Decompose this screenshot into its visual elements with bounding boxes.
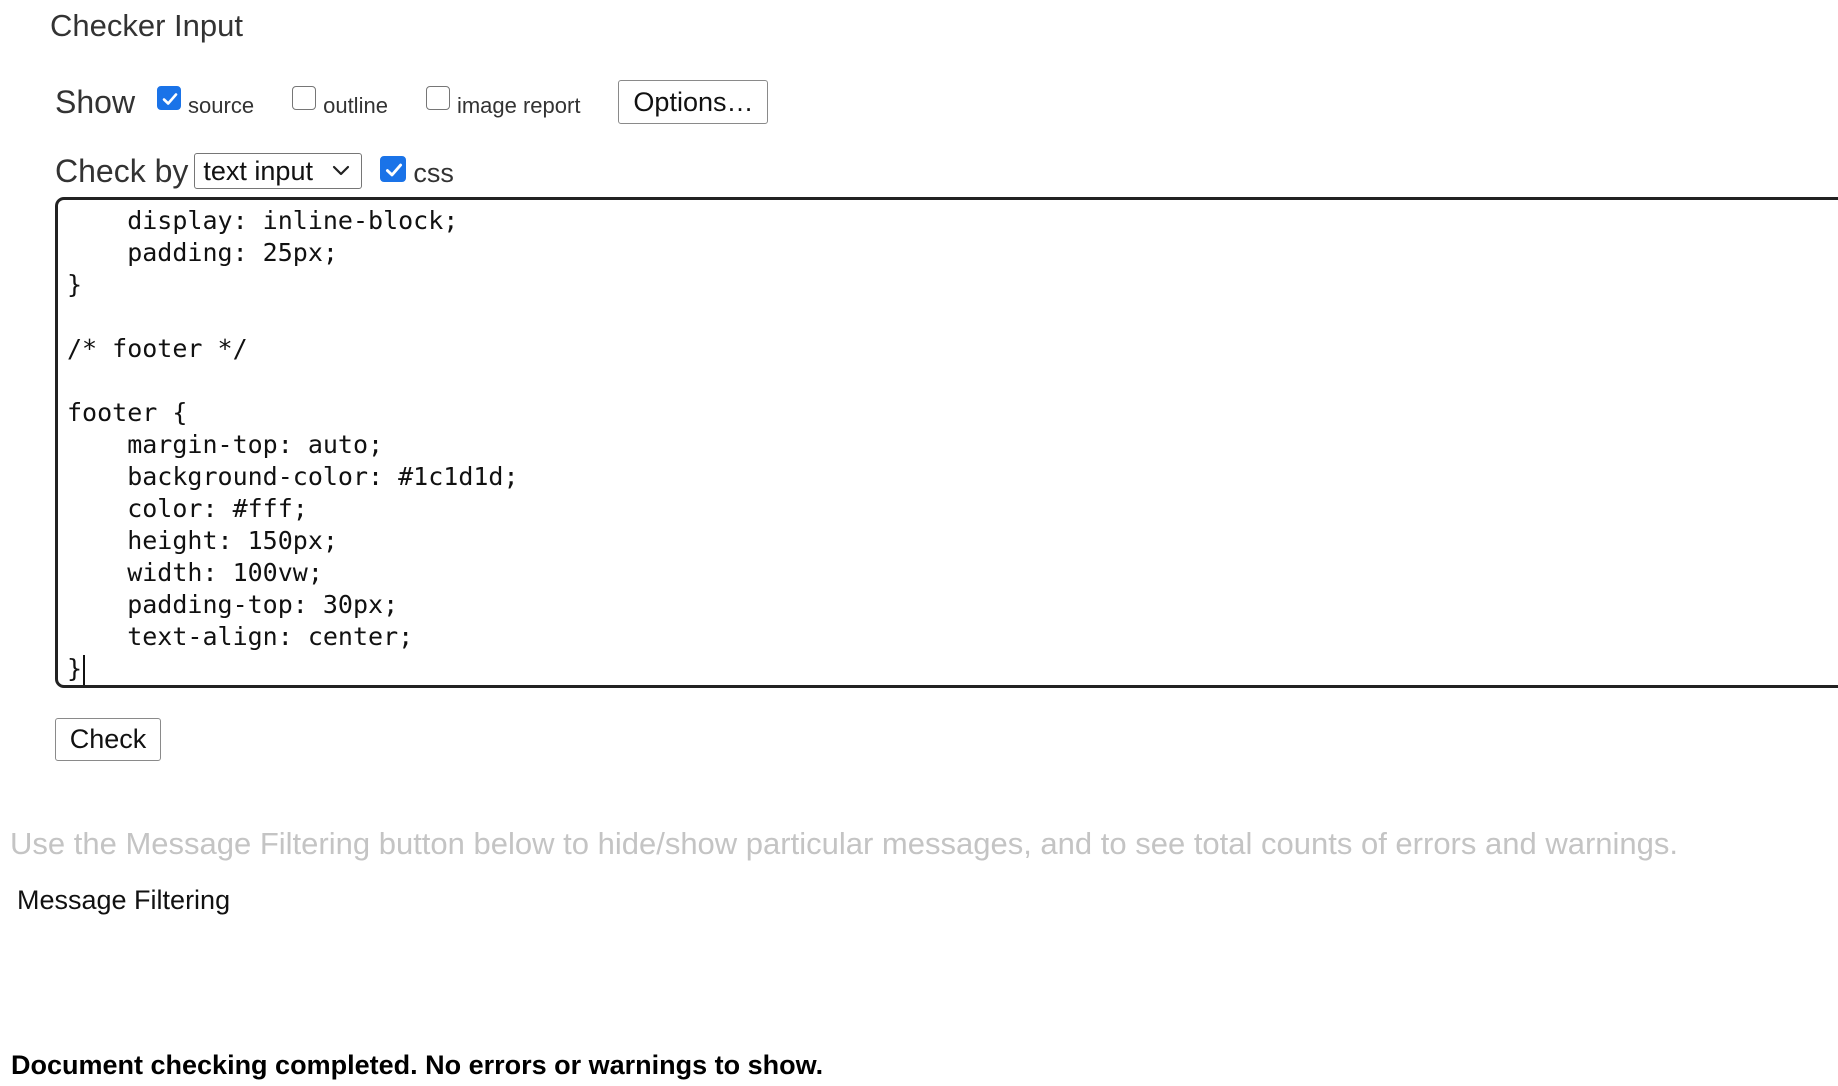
checking-status-message: Document checking completed. No errors o…	[11, 1050, 824, 1080]
source-checkbox-label: source	[188, 93, 255, 118]
code-line: /* footer */	[67, 334, 248, 363]
checkmark-icon	[386, 163, 403, 177]
code-line: footer {	[67, 398, 188, 427]
code-line: width: 100vw;	[67, 558, 323, 587]
code-line: background-color: #1c1d1d;	[67, 462, 519, 491]
checkmark-icon	[162, 93, 178, 105]
code-line: }	[67, 270, 83, 299]
text-caret	[83, 655, 85, 685]
code-line: }	[67, 654, 83, 683]
image-report-checkbox[interactable]	[425, 86, 450, 110]
code-line: display: inline-block;	[67, 206, 459, 235]
source-textarea[interactable]: display: inline-block; padding: 25px; } …	[55, 197, 1838, 688]
show-options-row: Show source outline image report Options…	[55, 76, 769, 128]
message-filtering-hint: Use the Message Filtering button below t…	[10, 826, 1679, 861]
show-outline-option[interactable]: outline	[292, 86, 388, 118]
code-line: margin-top: auto;	[67, 430, 384, 459]
check-by-select-value: text input	[203, 155, 313, 186]
check-by-label: Check by	[55, 152, 189, 189]
css-checkbox[interactable]	[380, 156, 407, 182]
show-image-report-option[interactable]: image report	[425, 86, 580, 118]
code-line: height: 150px;	[67, 526, 338, 555]
check-by-row: Check by text input css	[55, 146, 454, 196]
css-checkbox-label: css	[413, 157, 454, 188]
check-by-select[interactable]: text input	[194, 153, 363, 189]
show-source-option[interactable]: source	[157, 86, 254, 118]
show-label: Show	[55, 83, 136, 120]
image-report-checkbox-label: image report	[456, 93, 581, 118]
message-filtering-button[interactable]: Message Filtering	[17, 885, 230, 916]
code-line: padding: 25px;	[67, 238, 338, 267]
source-checkbox[interactable]	[157, 86, 182, 110]
check-button[interactable]: Check	[55, 718, 161, 761]
outline-checkbox[interactable]	[292, 86, 317, 110]
css-option[interactable]: css	[380, 156, 454, 188]
outline-checkbox-label: outline	[323, 93, 388, 118]
options-button[interactable]: Options…	[618, 80, 769, 124]
checker-input-legend: Checker Input	[50, 8, 243, 43]
code-line: text-align: center;	[67, 622, 414, 651]
code-line: padding-top: 30px;	[67, 590, 399, 619]
code-line: color: #fff;	[67, 494, 308, 523]
checker-page: Checker Input Show source outline image …	[0, 0, 1838, 1086]
chevron-down-icon	[333, 165, 350, 176]
